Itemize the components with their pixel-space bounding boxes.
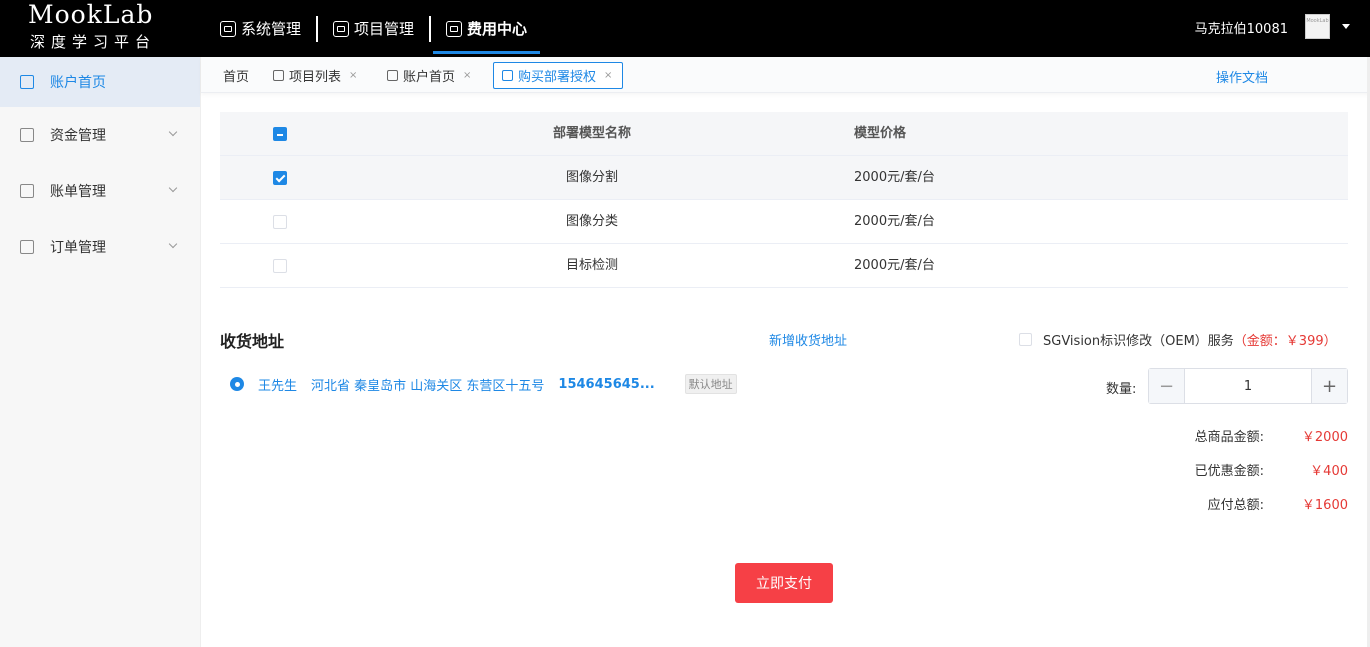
tab-account-home[interactable]: 账户首页 × bbox=[387, 62, 471, 89]
tab-label: 首页 bbox=[223, 70, 250, 85]
clipboard-icon bbox=[20, 240, 34, 254]
total-label: 应付总额: bbox=[1207, 498, 1264, 513]
model-name: 图像分割 bbox=[565, 170, 618, 185]
model-price: 2000元/套/台 bbox=[854, 258, 935, 273]
close-icon[interactable]: × bbox=[349, 70, 357, 81]
model-name: 图像分类 bbox=[565, 214, 618, 229]
address-entry[interactable]: 王先生 河北省 秦皇岛市 山海关区 东营区十五号 154645645... 默认… bbox=[230, 374, 751, 394]
decrement-button[interactable]: − bbox=[1149, 369, 1185, 403]
chevron-down-icon bbox=[168, 127, 178, 137]
address-radio[interactable] bbox=[230, 377, 244, 391]
address-section-title: 收货地址 bbox=[220, 332, 285, 351]
sidebar-item-funds[interactable]: 资金管理 bbox=[0, 107, 200, 163]
model-name: 目标检测 bbox=[565, 258, 618, 273]
sidebar-item-label: 账单管理 bbox=[50, 184, 106, 200]
model-table: 部署模型名称 模型价格 图像分割 2000元/套/台 图像分类 2000元/套/… bbox=[220, 112, 1348, 288]
tab-buy-deploy-license[interactable]: 购买部署授权 × bbox=[493, 62, 624, 89]
oem-service-option[interactable]: SGVision标识修改（OEM）服务 （金额：￥399） bbox=[1019, 330, 1337, 349]
select-all-checkbox[interactable] bbox=[273, 127, 287, 141]
total-value: ￥2000 bbox=[1301, 430, 1348, 445]
row-checkbox[interactable] bbox=[273, 215, 287, 229]
avatar[interactable]: MookLab bbox=[1305, 14, 1330, 39]
payable-amount: 应付总额: ￥1600 bbox=[1148, 494, 1348, 528]
divider bbox=[429, 15, 432, 42]
topnav-label: 费用中心 bbox=[467, 20, 528, 38]
sidebar-item-label: 订单管理 bbox=[50, 240, 106, 256]
topnav-system-management[interactable]: 系统管理 bbox=[207, 0, 314, 57]
tab-home[interactable]: 首页 bbox=[223, 62, 249, 89]
row-checkbox[interactable] bbox=[273, 171, 287, 185]
bill-icon bbox=[20, 184, 34, 198]
sidebar-item-label: 资金管理 bbox=[50, 128, 106, 144]
yen-icon bbox=[20, 128, 34, 142]
yen-icon bbox=[446, 20, 463, 37]
quantity-input[interactable]: 1 bbox=[1185, 369, 1311, 403]
header-model-name: 部署模型名称 bbox=[552, 126, 631, 141]
total-value: ￥1600 bbox=[1301, 498, 1348, 513]
row-checkbox[interactable] bbox=[273, 259, 287, 273]
top-bar: MookLab 深度学习平台 系统管理 项目管理 费用中心 马克拉伯10081 … bbox=[0, 0, 1370, 57]
table-row[interactable]: 图像分类 2000元/套/台 bbox=[220, 200, 1348, 244]
sidebar: 账户首页 资金管理 账单管理 订单管理 bbox=[0, 57, 201, 647]
user-name[interactable]: 马克拉伯10081 bbox=[1195, 18, 1288, 37]
topnav-label: 系统管理 bbox=[241, 20, 302, 38]
total-goods-amount: 总商品金额: ￥2000 bbox=[1148, 426, 1348, 460]
tab-bar: 首页 项目列表 × 账户首页 × 购买部署授权 × 操作文档 bbox=[201, 57, 1370, 93]
oem-checkbox[interactable] bbox=[1019, 333, 1032, 346]
quantity-stepper: − 1 + bbox=[1148, 368, 1348, 404]
sidebar-item-bills[interactable]: 账单管理 bbox=[0, 163, 200, 219]
tab-label: 项目列表 bbox=[289, 70, 342, 85]
tab-project-list[interactable]: 项目列表 × bbox=[273, 62, 357, 89]
default-address-badge: 默认地址 bbox=[684, 374, 737, 394]
oem-label: SGVision标识修改（OEM）服务 bbox=[1043, 334, 1234, 349]
close-icon[interactable]: × bbox=[463, 70, 471, 81]
model-price: 2000元/套/台 bbox=[854, 214, 935, 229]
header-model-price: 模型价格 bbox=[854, 126, 907, 141]
topnav-label: 项目管理 bbox=[354, 20, 415, 38]
chevron-down-icon bbox=[168, 183, 178, 193]
tab-label: 账户首页 bbox=[403, 70, 456, 85]
quantity-label: 数量: bbox=[1106, 382, 1137, 397]
increment-button[interactable]: + bbox=[1311, 369, 1347, 403]
wallet-icon bbox=[20, 75, 34, 89]
tab-label: 购买部署授权 bbox=[518, 70, 597, 85]
logo-subtitle: 深度学习平台 bbox=[30, 33, 157, 51]
divider bbox=[316, 15, 319, 42]
model-price: 2000元/套/台 bbox=[854, 170, 935, 185]
chevron-down-icon bbox=[168, 239, 178, 249]
add-address-link[interactable]: 新增收货地址 bbox=[769, 330, 847, 349]
top-nav: 系统管理 项目管理 费用中心 bbox=[207, 0, 541, 57]
recipient-name: 王先生 bbox=[258, 378, 298, 394]
wallet-icon bbox=[387, 70, 398, 81]
discount-amount: 已优惠金额: ￥400 bbox=[1148, 460, 1348, 494]
table-header: 部署模型名称 模型价格 bbox=[220, 112, 1348, 156]
chevron-down-icon[interactable] bbox=[1342, 24, 1350, 29]
total-label: 总商品金额: bbox=[1194, 430, 1264, 445]
wallet-icon bbox=[502, 70, 513, 81]
operation-doc-link[interactable]: 操作文档 bbox=[1216, 67, 1268, 86]
topnav-project-management[interactable]: 项目管理 bbox=[320, 0, 427, 57]
oem-price: （金额：￥399） bbox=[1233, 334, 1337, 349]
topnav-cost-center[interactable]: 费用中心 bbox=[433, 0, 541, 57]
monitor-icon bbox=[220, 20, 236, 37]
robot-icon bbox=[333, 20, 350, 37]
logo[interactable]: MookLab 深度学习平台 bbox=[28, 0, 178, 57]
table-row[interactable]: 图像分割 2000元/套/台 bbox=[220, 156, 1348, 200]
total-value: ￥400 bbox=[1310, 464, 1348, 479]
sidebar-item-account-home[interactable]: 账户首页 bbox=[0, 57, 200, 107]
total-label: 已优惠金额: bbox=[1194, 464, 1264, 479]
address-location: 河北省 秦皇岛市 山海关区 东营区十五号 bbox=[311, 378, 545, 394]
close-icon[interactable]: × bbox=[604, 70, 612, 81]
sidebar-item-orders[interactable]: 订单管理 bbox=[0, 219, 200, 275]
table-row[interactable]: 目标检测 2000元/套/台 bbox=[220, 244, 1348, 288]
sidebar-item-label: 账户首页 bbox=[50, 75, 106, 91]
recipient-phone: 154645645... bbox=[558, 376, 655, 392]
order-totals: 总商品金额: ￥2000 已优惠金额: ￥400 应付总额: ￥1600 bbox=[1148, 426, 1348, 528]
logo-title: MookLab bbox=[28, 0, 154, 29]
pay-now-button[interactable]: 立即支付 bbox=[735, 563, 833, 603]
project-icon bbox=[273, 70, 284, 81]
